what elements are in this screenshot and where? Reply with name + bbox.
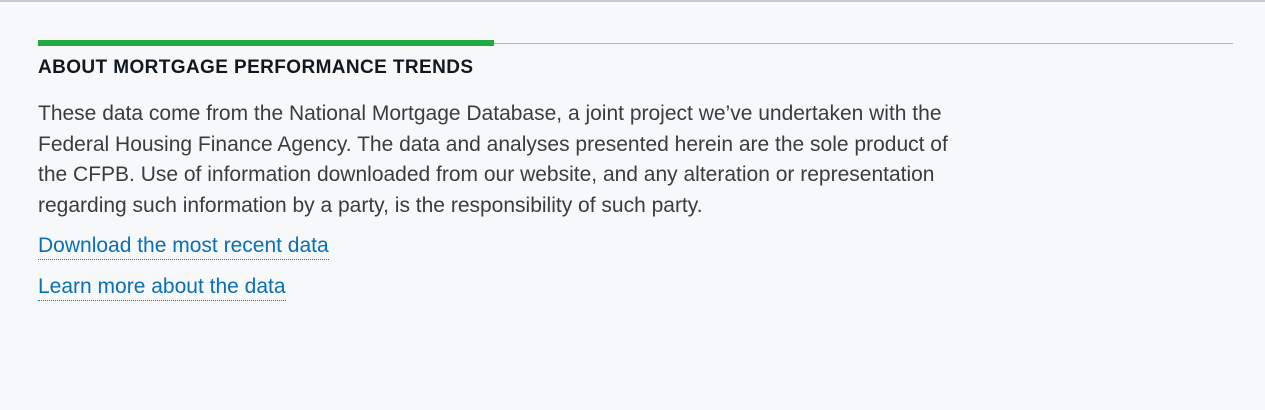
top-divider bbox=[0, 0, 1265, 2]
link-row-download: Download the most recent data bbox=[38, 233, 1233, 260]
section-description: These data come from the National Mortga… bbox=[38, 102, 948, 217]
header-accent-bar bbox=[38, 40, 494, 46]
section-title: ABOUT MORTGAGE PERFORMANCE TRENDS bbox=[38, 57, 474, 78]
about-section: ABOUT MORTGAGE PERFORMANCE TRENDS These … bbox=[38, 40, 1233, 301]
download-data-link[interactable]: Download the most recent data bbox=[38, 233, 329, 260]
learn-more-link[interactable]: Learn more about the data bbox=[38, 274, 286, 301]
link-row-learn-more: Learn more about the data bbox=[38, 274, 1233, 301]
section-header-rule bbox=[38, 40, 1233, 46]
